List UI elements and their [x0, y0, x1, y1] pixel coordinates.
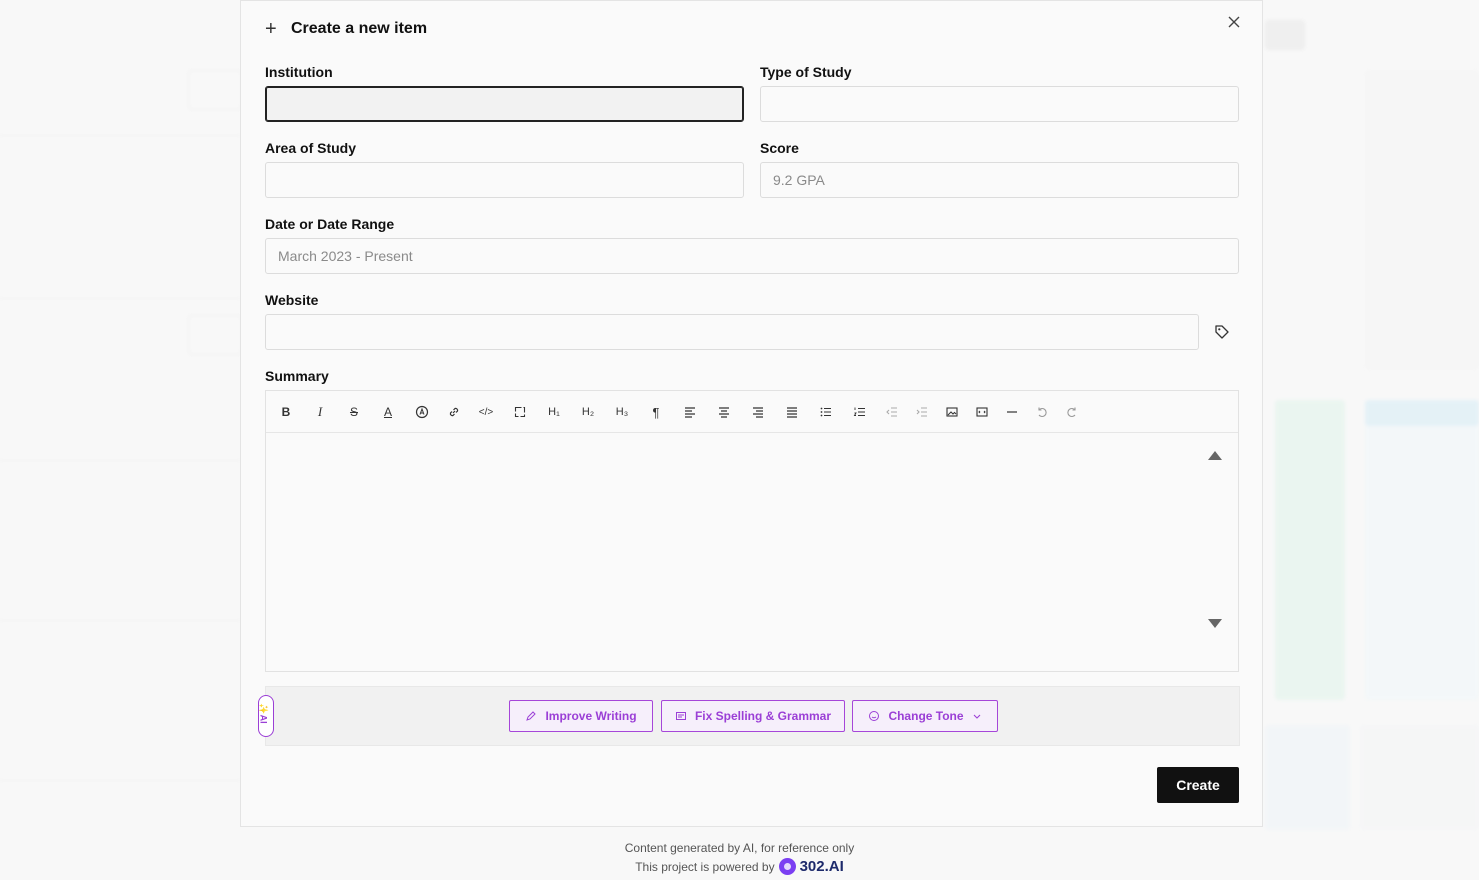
fix-spelling-label: Fix Spelling & Grammar: [694, 709, 832, 723]
powered-by: This project is powered by 302.AI: [0, 858, 1479, 875]
heading-2-icon[interactable]: H₂: [579, 403, 597, 421]
numbered-list-icon[interactable]: [851, 403, 869, 421]
area-of-study-input[interactable]: [265, 162, 744, 198]
link-icon[interactable]: [445, 403, 463, 421]
improve-writing-label: Improve Writing: [545, 709, 637, 723]
bold-icon[interactable]: B: [277, 403, 295, 421]
paragraph-icon[interactable]: ¶: [647, 403, 665, 421]
institution-input[interactable]: [265, 86, 744, 122]
strikethrough-icon[interactable]: S: [345, 403, 363, 421]
align-center-icon[interactable]: [715, 403, 733, 421]
improve-writing-button[interactable]: Improve Writing: [509, 700, 653, 732]
ai-badge: ✨AI: [258, 695, 274, 737]
highlight-icon[interactable]: [413, 403, 431, 421]
ai-assist-bar: ✨AI Improve Writing Fix Spelling & Gramm…: [258, 686, 1240, 746]
spellcheck-icon: [675, 712, 686, 720]
ai-disclaimer: Content generated by AI, for reference o…: [624, 841, 855, 855]
date-label: Date or Date Range: [265, 216, 395, 232]
summary-label: Summary: [265, 368, 329, 384]
image-icon[interactable]: [943, 403, 961, 421]
fix-spelling-button[interactable]: Fix Spelling & Grammar: [661, 700, 845, 732]
text-color-icon[interactable]: A: [379, 403, 397, 421]
change-tone-label: Change Tone: [888, 709, 964, 723]
website-input[interactable]: [265, 314, 1199, 350]
chat-icon: [869, 711, 880, 721]
code-icon[interactable]: </>: [477, 403, 495, 421]
heading-3-icon[interactable]: H₃: [613, 403, 631, 421]
editor-toolbar: B I S A </> H₁ H₂ H₃ ¶: [266, 391, 1238, 433]
type-of-study-input[interactable]: [760, 86, 1239, 122]
redo-icon[interactable]: [1063, 403, 1081, 421]
outdent-icon[interactable]: [883, 403, 901, 421]
pen-icon: [526, 711, 537, 721]
plus-icon: +: [265, 18, 277, 40]
brand-name[interactable]: 302.AI: [800, 858, 844, 875]
powered-by-text: This project is powered by: [635, 859, 775, 874]
align-right-icon[interactable]: [749, 403, 767, 421]
undo-icon[interactable]: [1033, 403, 1051, 421]
summary-editor[interactable]: B I S A </> H₁ H₂ H₃ ¶: [265, 390, 1239, 672]
website-label: Website: [265, 292, 319, 308]
create-item-dialog: + Create a new item Institution Type of …: [240, 0, 1263, 827]
indent-icon[interactable]: [913, 403, 931, 421]
area-of-study-label: Area of Study: [265, 140, 357, 156]
scroll-up-arrow-icon[interactable]: [1208, 451, 1222, 460]
bullet-list-icon[interactable]: [817, 403, 835, 421]
code-block-icon[interactable]: [511, 403, 529, 421]
align-justify-icon[interactable]: [783, 403, 801, 421]
dialog-header: + Create a new item: [265, 19, 427, 39]
institution-label: Institution: [265, 64, 333, 80]
scroll-down-arrow-icon[interactable]: [1208, 619, 1222, 628]
heading-1-icon[interactable]: H₁: [545, 403, 563, 421]
score-label: Score: [760, 140, 799, 156]
align-left-icon[interactable]: [681, 403, 699, 421]
change-tone-button[interactable]: Change Tone: [852, 700, 998, 732]
chevron-down-icon: [973, 714, 980, 719]
ai-badge-label: ✨AI: [258, 703, 269, 724]
dialog-title: Create a new item: [291, 20, 428, 37]
score-input[interactable]: [760, 162, 1239, 198]
close-icon[interactable]: [1226, 14, 1242, 30]
type-of-study-label: Type of Study: [760, 64, 852, 80]
tag-icon[interactable]: [1214, 324, 1230, 340]
horizontal-rule-icon[interactable]: [1003, 403, 1021, 421]
date-range-input[interactable]: [265, 238, 1239, 274]
italic-icon[interactable]: I: [311, 403, 329, 421]
create-button[interactable]: Create: [1157, 767, 1239, 803]
embed-icon[interactable]: [973, 403, 991, 421]
brand-logo-icon: [778, 858, 796, 875]
